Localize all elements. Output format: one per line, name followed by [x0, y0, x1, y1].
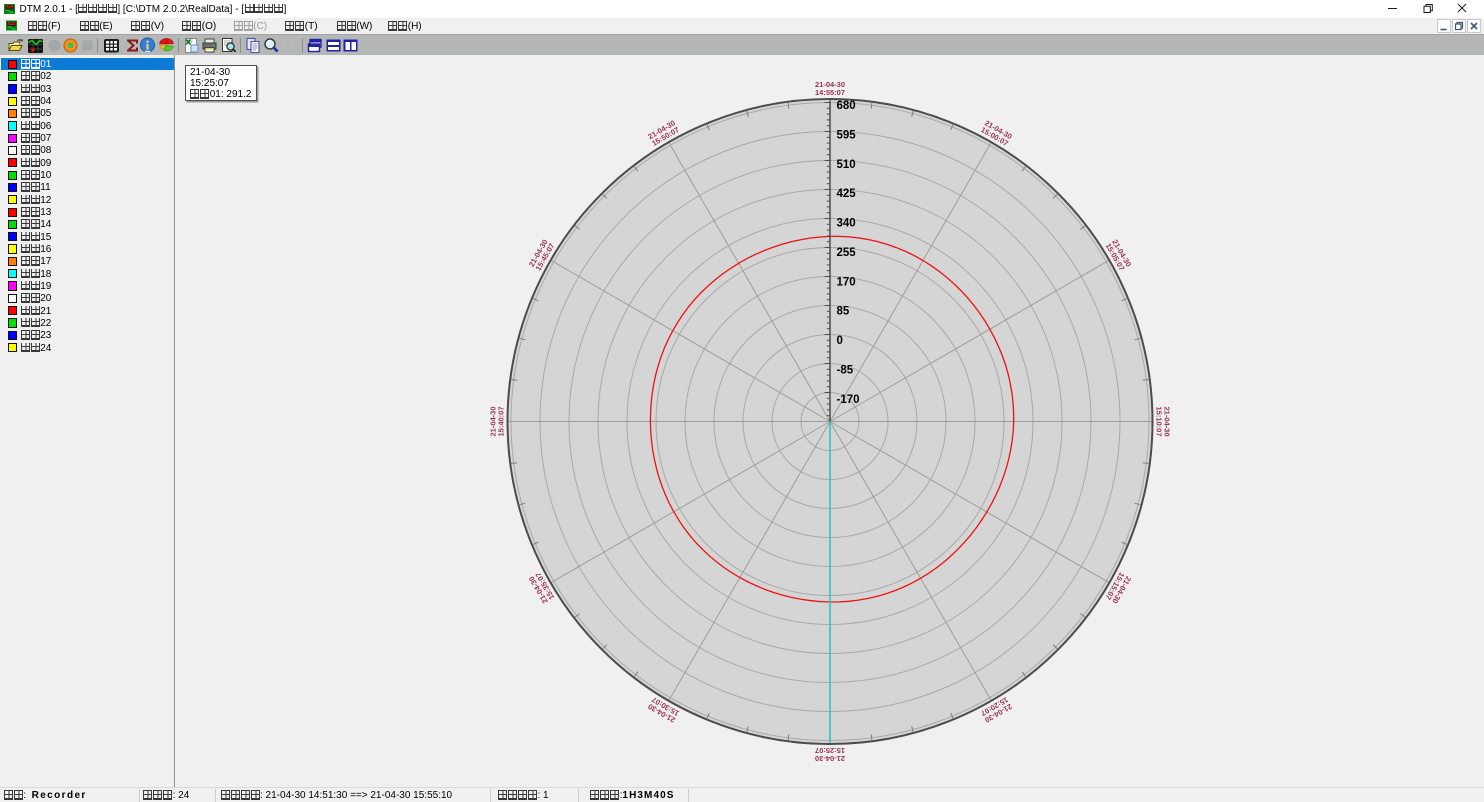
svg-text:15:40:07: 15:40:07: [496, 406, 505, 436]
svg-text:85: 85: [837, 306, 850, 318]
svg-text:340: 340: [837, 218, 856, 230]
svg-text:595: 595: [837, 129, 857, 141]
svg-text:-170: -170: [837, 394, 860, 406]
svg-text:15:10:07: 15:10:07: [1155, 406, 1164, 436]
svg-text:510: 510: [837, 159, 856, 171]
svg-text:425: 425: [837, 188, 857, 200]
svg-text:14:55:07: 14:55:07: [815, 88, 845, 97]
svg-text:680: 680: [837, 100, 856, 112]
svg-text:170: 170: [837, 276, 856, 288]
svg-text:-85: -85: [837, 365, 854, 377]
svg-text:255: 255: [837, 247, 857, 259]
svg-text:0: 0: [837, 335, 843, 347]
svg-text:15:25:07: 15:25:07: [815, 746, 845, 755]
